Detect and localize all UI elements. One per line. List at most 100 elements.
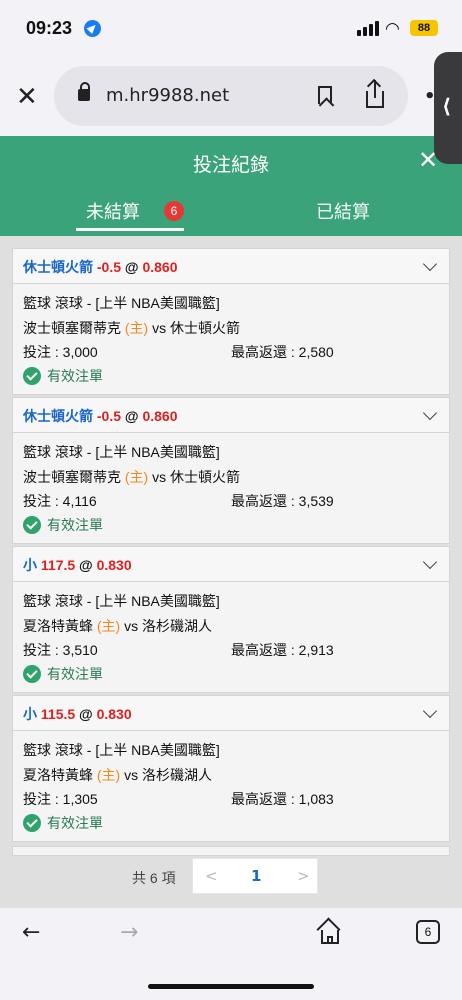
- bet-status: 有效注單: [47, 666, 103, 682]
- home-team: 波士頓塞爾蒂克: [23, 320, 121, 336]
- bet-selection: 休士頓火箭: [23, 408, 93, 424]
- bet-card-partial: [12, 846, 450, 856]
- page-header: 投注紀錄 ✕: [0, 136, 462, 190]
- bet-handicap: 115.5: [40, 706, 76, 722]
- bet-league: 籃球 滾球 - [上半 NBA美國職籃]: [23, 742, 220, 758]
- bet-stake: 投注 : 3,510: [23, 642, 98, 658]
- home-tag: (主): [124, 469, 149, 485]
- at-symbol: @: [79, 557, 93, 573]
- away-team: 洛杉磯湖人: [142, 767, 212, 783]
- bet-card-header[interactable]: 休士頓火箭 -0.5 @ 0.860: [13, 249, 449, 284]
- bet-stake: 投注 : 3,000: [23, 344, 98, 360]
- home-team: 波士頓塞爾蒂克: [23, 469, 121, 485]
- bet-stake: 投注 : 4,116: [23, 493, 97, 509]
- browser-toolbar: ✕ m.hr9988.net •: [0, 58, 462, 136]
- chevron-down-icon[interactable]: [422, 405, 438, 421]
- home-team: 夏洛特黃蜂: [23, 618, 93, 634]
- away-team: 洛杉磯湖人: [142, 618, 212, 634]
- bet-selection: 小: [23, 557, 37, 573]
- vs-label: vs: [124, 618, 139, 634]
- home-icon[interactable]: [316, 917, 342, 944]
- pagination: 共 6 項 < 1 >: [0, 858, 462, 898]
- prev-page-button[interactable]: <: [205, 867, 218, 885]
- bet-card[interactable]: 小 115.5 @ 0.830 籃球 滾球 - [上半 NBA美國職籃] 夏洛特…: [12, 695, 450, 842]
- active-tab-indicator: [76, 228, 184, 231]
- bet-card-header[interactable]: 小 117.5 @ 0.830: [13, 547, 449, 582]
- battery-icon: 88: [410, 20, 438, 36]
- side-panel-handle[interactable]: ⟨: [434, 52, 462, 164]
- bet-status: 有效注單: [47, 368, 103, 384]
- tab-settled[interactable]: 已結算: [316, 198, 370, 224]
- check-circle-icon: [23, 814, 41, 832]
- bookmark-icon[interactable]: [318, 86, 332, 104]
- tab-unsettled[interactable]: 未結算: [86, 198, 140, 224]
- bet-card[interactable]: 休士頓火箭 -0.5 @ 0.860 籃球 滾球 - [上半 NBA美國職籃] …: [12, 397, 450, 544]
- check-circle-icon: [23, 665, 41, 683]
- next-page-button[interactable]: >: [297, 867, 310, 885]
- home-tag: (主): [124, 320, 149, 336]
- status-time: 09:23: [26, 18, 73, 38]
- url-text[interactable]: m.hr9988.net: [106, 85, 229, 106]
- tab-bar: 未結算 6 已結算: [0, 190, 462, 236]
- bet-status: 有效注單: [47, 517, 103, 533]
- bet-card[interactable]: 小 117.5 @ 0.830 籃球 滾球 - [上半 NBA美國職籃] 夏洛特…: [12, 546, 450, 693]
- close-icon[interactable]: ✕: [16, 82, 38, 112]
- bet-max-return: 最高返還 : 2,913: [231, 642, 334, 658]
- away-team: 休士頓火箭: [170, 469, 240, 485]
- bet-max-return: 最高返還 : 2,580: [231, 344, 334, 360]
- page-title: 投注紀錄: [192, 154, 269, 176]
- unsettled-count-badge: 6: [164, 201, 184, 221]
- at-symbol: @: [79, 706, 93, 722]
- chevron-down-icon[interactable]: [422, 703, 438, 719]
- bet-status: 有效注單: [47, 815, 103, 831]
- vs-label: vs: [124, 767, 139, 783]
- bet-league: 籃球 滾球 - [上半 NBA美國職籃]: [23, 444, 220, 460]
- bet-league: 籃球 滾球 - [上半 NBA美國職籃]: [23, 295, 220, 311]
- vs-label: vs: [152, 320, 167, 336]
- bet-card[interactable]: 休士頓火箭 -0.5 @ 0.860 籃球 滾球 - [上半 NBA美國職籃] …: [12, 248, 450, 395]
- bet-list: 休士頓火箭 -0.5 @ 0.860 籃球 滾球 - [上半 NBA美國職籃] …: [0, 236, 462, 908]
- status-bar: 09:23 ◠ 88: [0, 0, 462, 58]
- bet-odds: 0.830: [96, 557, 132, 573]
- bet-handicap: 117.5: [40, 557, 76, 573]
- bet-league: 籃球 滾球 - [上半 NBA美國職籃]: [23, 593, 220, 609]
- total-count: 共 6 項: [132, 870, 176, 886]
- back-arrow-icon[interactable]: ←: [22, 920, 40, 945]
- forward-arrow-icon[interactable]: →: [120, 920, 138, 945]
- at-symbol: @: [124, 408, 139, 424]
- bet-max-return: 最高返還 : 3,539: [231, 493, 334, 509]
- check-circle-icon: [23, 367, 41, 385]
- bet-selection: 小: [23, 706, 37, 722]
- chevron-down-icon[interactable]: [422, 554, 438, 570]
- home-indicator: [148, 984, 314, 989]
- current-page[interactable]: 1: [251, 867, 261, 885]
- address-bar[interactable]: m.hr9988.net: [54, 66, 408, 126]
- tabs-button[interactable]: 6: [416, 920, 440, 944]
- check-circle-icon: [23, 516, 41, 534]
- bet-selection: 休士頓火箭: [23, 259, 93, 275]
- bet-odds: 0.830: [96, 706, 132, 722]
- chevron-left-icon: ⟨: [442, 94, 452, 118]
- lock-icon: [78, 82, 90, 101]
- chevron-down-icon[interactable]: [422, 256, 438, 272]
- bet-odds: 0.860: [142, 259, 178, 275]
- bet-odds: 0.860: [142, 408, 178, 424]
- page-selector: < 1 >: [192, 858, 318, 894]
- bet-handicap: -0.5: [96, 408, 122, 424]
- home-tag: (主): [96, 618, 121, 634]
- signal-icon: [357, 20, 379, 36]
- wifi-icon: ◠: [385, 19, 400, 39]
- bet-card-header[interactable]: 休士頓火箭 -0.5 @ 0.860: [13, 398, 449, 433]
- bet-card-header[interactable]: 小 115.5 @ 0.830: [13, 696, 449, 731]
- bet-max-return: 最高返還 : 1,083: [231, 791, 334, 807]
- share-icon[interactable]: [364, 78, 386, 110]
- home-team: 夏洛特黃蜂: [23, 767, 93, 783]
- vs-label: vs: [152, 469, 167, 485]
- browser-bottom-bar: ← → 6: [0, 908, 462, 1000]
- at-symbol: @: [124, 259, 139, 275]
- location-icon: [84, 20, 101, 37]
- bet-stake: 投注 : 1,305: [23, 791, 98, 807]
- home-tag: (主): [96, 767, 121, 783]
- away-team: 休士頓火箭: [170, 320, 240, 336]
- bet-handicap: -0.5: [96, 259, 122, 275]
